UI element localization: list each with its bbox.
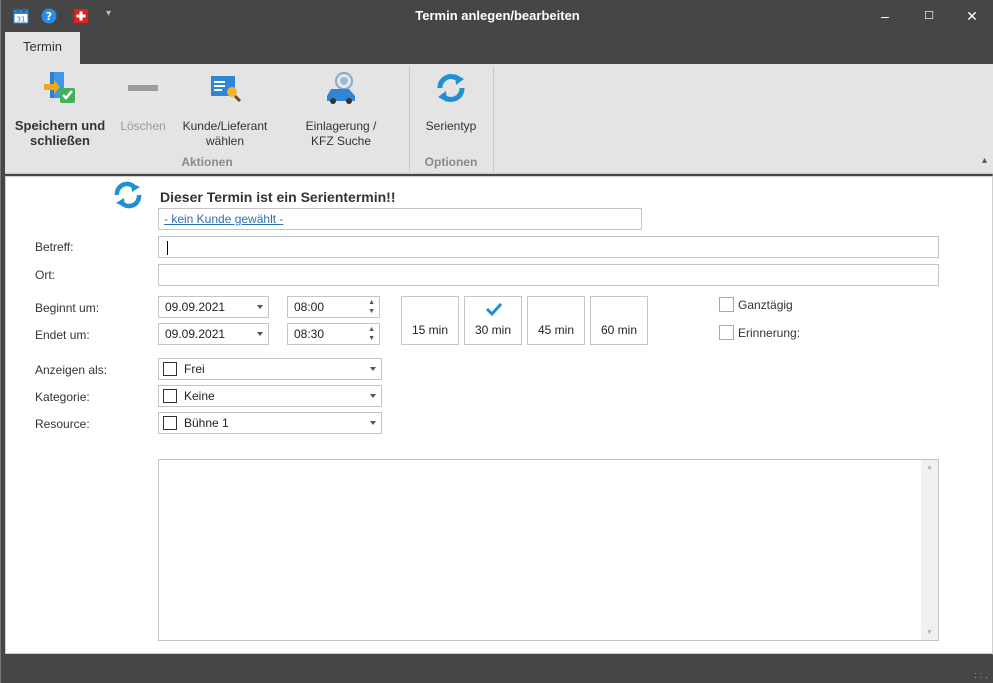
group-label-actions: Aktionen bbox=[181, 155, 233, 169]
color-swatch bbox=[163, 362, 177, 376]
resource-select[interactable]: Bühne 1 bbox=[158, 412, 382, 434]
category-label: Kategorie: bbox=[35, 390, 90, 404]
subject-label: Betreff: bbox=[35, 240, 74, 254]
customer-box: - kein Kunde gewählt - bbox=[158, 208, 642, 230]
subject-input[interactable] bbox=[158, 236, 939, 258]
car-search-icon bbox=[293, 70, 389, 110]
resize-grip-icon[interactable]: · · · · · bbox=[974, 669, 988, 682]
spin-up-icon[interactable]: ▲ bbox=[368, 326, 375, 333]
duration-30-button[interactable]: 30 min bbox=[464, 296, 522, 345]
resource-value: Bühne 1 bbox=[184, 416, 229, 430]
spin-down-icon[interactable]: ▼ bbox=[368, 335, 375, 342]
chevron-down-icon[interactable] bbox=[370, 421, 376, 425]
notes-textarea[interactable]: ▲ ▼ bbox=[158, 459, 939, 641]
chevron-down-icon[interactable] bbox=[257, 332, 263, 336]
window-title: Termin anlegen/bearbeiten bbox=[415, 8, 580, 23]
category-select[interactable]: Keine bbox=[158, 385, 382, 407]
end-label: Endet um: bbox=[35, 328, 90, 342]
chevron-down-icon[interactable] bbox=[370, 367, 376, 371]
checkmark-icon bbox=[484, 301, 504, 320]
scroll-up-icon[interactable]: ▲ bbox=[926, 464, 933, 471]
end-time-value: 08:30 bbox=[294, 327, 325, 341]
chevron-down-icon[interactable] bbox=[257, 305, 263, 309]
spin-down-icon[interactable]: ▼ bbox=[368, 308, 375, 315]
delete-button[interactable]: Löschen bbox=[117, 70, 169, 134]
recurrence-icon bbox=[110, 181, 146, 212]
location-label: Ort: bbox=[35, 268, 55, 282]
close-button[interactable]: ✕ bbox=[952, 4, 992, 28]
start-date-picker[interactable]: 09.09.2021 bbox=[158, 296, 269, 318]
start-date-value: 09.09.2021 bbox=[165, 300, 226, 314]
start-time-spinner[interactable]: 08:00 ▲ ▼ bbox=[287, 296, 380, 318]
appointment-window: 31 ? ▾ Termin anlegen/bearbeiten – ☐ ✕ T… bbox=[0, 0, 993, 683]
category-value: Keine bbox=[184, 389, 215, 403]
start-label: Beginnt um: bbox=[35, 301, 100, 315]
ribbon-group-separator bbox=[493, 66, 494, 172]
start-time-value: 08:00 bbox=[294, 300, 325, 314]
reminder-label: Erinnerung: bbox=[738, 326, 801, 340]
text-caret bbox=[167, 241, 168, 255]
end-date-picker[interactable]: 09.09.2021 bbox=[158, 323, 269, 345]
storage-search-label: Einlagerung / KFZ Suche bbox=[305, 119, 377, 148]
duration-label: 60 min bbox=[600, 323, 638, 337]
delete-label: Löschen bbox=[120, 119, 166, 133]
color-swatch bbox=[163, 389, 177, 403]
spin-up-icon[interactable]: ▲ bbox=[368, 299, 375, 306]
tab-termin[interactable]: Termin bbox=[5, 32, 80, 64]
chevron-down-icon[interactable] bbox=[370, 394, 376, 398]
all-day-label: Ganztägig bbox=[738, 298, 793, 312]
reminder-checkbox[interactable] bbox=[719, 325, 734, 340]
location-input[interactable] bbox=[158, 264, 939, 286]
customer-link[interactable]: - kein Kunde gewählt - bbox=[164, 212, 283, 226]
all-day-checkbox[interactable] bbox=[719, 297, 734, 312]
duration-45-button[interactable]: 45 min bbox=[527, 296, 585, 345]
resource-label: Resource: bbox=[35, 417, 90, 431]
storage-search-button[interactable]: Einlagerung / KFZ Suche bbox=[293, 70, 389, 149]
series-type-button[interactable]: Serientyp bbox=[415, 70, 487, 134]
group-label-options: Optionen bbox=[424, 155, 478, 169]
title-bar: 31 ? ▾ Termin anlegen/bearbeiten – ☐ ✕ bbox=[1, 0, 993, 32]
show-as-value: Frei bbox=[184, 362, 205, 376]
collapse-ribbon-icon[interactable]: ▴ bbox=[982, 155, 987, 166]
show-as-select[interactable]: Frei bbox=[158, 358, 382, 380]
show-as-label: Anzeigen als: bbox=[35, 363, 108, 377]
scroll-down-icon[interactable]: ▼ bbox=[926, 629, 933, 636]
duration-label: 15 min bbox=[411, 323, 449, 337]
series-type-label: Serientyp bbox=[425, 119, 477, 133]
minus-icon bbox=[117, 70, 169, 110]
duration-label: 45 min bbox=[537, 323, 575, 337]
customer-select-button[interactable]: Kunde/Lieferant wählen bbox=[175, 70, 275, 149]
ribbon-panel: Speichern und schließen Löschen Kunde/Li… bbox=[5, 64, 993, 174]
customer-select-label: Kunde/Lieferant wählen bbox=[182, 119, 268, 148]
series-notice: Dieser Termin ist ein Serientermin!! bbox=[160, 189, 396, 205]
color-swatch bbox=[163, 416, 177, 430]
appointment-form: Dieser Termin ist ein Serientermin!! - k… bbox=[5, 176, 993, 654]
notes-scrollbar[interactable]: ▲ ▼ bbox=[921, 460, 938, 640]
save-close-button[interactable]: Speichern und schließen bbox=[9, 70, 111, 148]
save-close-icon bbox=[9, 70, 111, 109]
save-close-label: Speichern und schließen bbox=[14, 118, 106, 148]
ribbon-group-separator bbox=[409, 66, 410, 172]
duration-label: 30 min bbox=[474, 323, 512, 337]
minimize-button[interactable]: – bbox=[865, 4, 905, 28]
duration-60-button[interactable]: 60 min bbox=[590, 296, 648, 345]
customer-card-icon bbox=[175, 70, 275, 110]
maximize-button[interactable]: ☐ bbox=[909, 4, 949, 28]
status-bar: · · · · · bbox=[1, 655, 993, 683]
recurrence-icon bbox=[415, 70, 487, 110]
duration-15-button[interactable]: 15 min bbox=[401, 296, 459, 345]
end-date-value: 09.09.2021 bbox=[165, 327, 226, 341]
end-time-spinner[interactable]: 08:30 ▲ ▼ bbox=[287, 323, 380, 345]
ribbon-tab-strip: Termin bbox=[1, 32, 993, 64]
